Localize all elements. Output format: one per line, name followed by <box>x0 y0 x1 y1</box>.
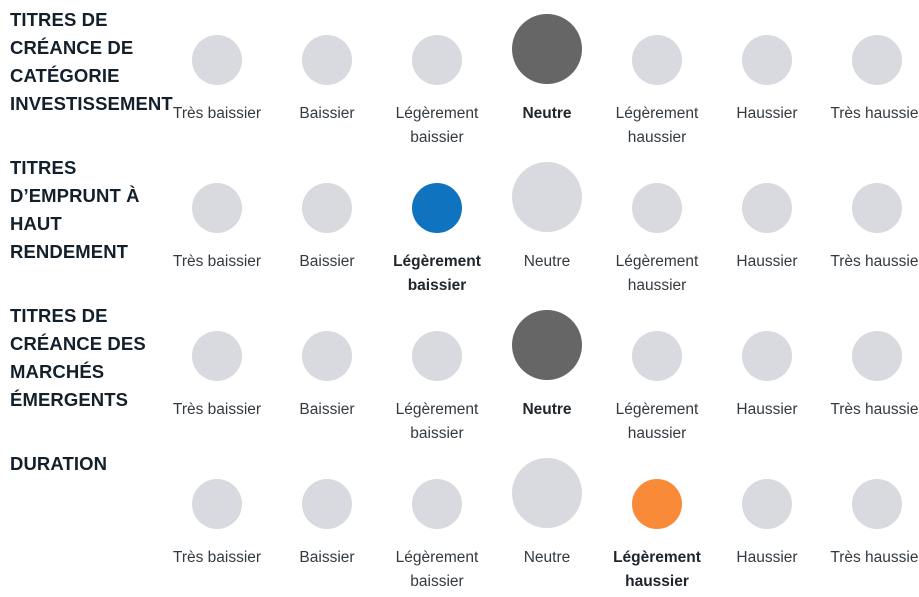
scale-option-tres-haussier: Très haussier <box>822 0 919 148</box>
scale-label: Légèrement haussier <box>615 105 699 146</box>
scale-option-haussier: Haussier <box>712 444 822 592</box>
indicator-circle <box>632 183 682 233</box>
scale-label: Neutre <box>522 105 572 122</box>
indicator-circle <box>632 35 682 85</box>
scale-option-tres-haussier: Très haussier <box>822 148 919 296</box>
scale-label: Légèrement baissier <box>393 253 481 294</box>
scale-label: Très baissier <box>172 401 262 418</box>
scale-label: Légèrement baissier <box>395 105 479 146</box>
scale-option-legerement-baissier: Légèrement baissier <box>382 444 492 592</box>
scale-label: Haussier <box>736 549 798 566</box>
outlook-row: DURATION Très baissier Baissier Légèrement … <box>0 444 919 592</box>
scale-option-legerement-haussier: Légèrement haussier <box>602 296 712 444</box>
scale-option-tres-haussier: Très haussier <box>822 444 919 592</box>
indicator-circle <box>302 183 352 233</box>
scale-option-tres-haussier: Très haussier <box>822 296 919 444</box>
indicator-circle <box>192 479 242 529</box>
scale-label: Neutre <box>522 401 572 418</box>
indicator-circle <box>192 183 242 233</box>
indicator-circle <box>742 331 792 381</box>
scale-option-baissier: Baissier <box>272 0 382 148</box>
scale-label: Légèrement haussier <box>615 401 699 442</box>
indicator-circle <box>852 35 902 85</box>
scale-option-baissier: Baissier <box>272 444 382 592</box>
scale-label: Très haussier <box>830 549 919 566</box>
indicator-circle <box>852 331 902 381</box>
scale-label: Baissier <box>299 401 355 418</box>
scale-label: Haussier <box>736 105 798 122</box>
outlook-row: TITRES DE CRÉANCE DE CATÉGORIE INVESTISS… <box>0 0 919 148</box>
indicator-circle <box>302 479 352 529</box>
indicator-circle <box>632 331 682 381</box>
indicator-circle <box>412 479 462 529</box>
category-title: DURATION <box>10 453 108 474</box>
scale-label: Légèrement baissier <box>395 401 479 442</box>
scale-label: Légèrement haussier <box>613 549 701 590</box>
scale-option-baissier: Baissier <box>272 296 382 444</box>
category-title: TITRES DE CRÉANCE DES MARCHÉS ÉMERGENTS <box>10 305 146 410</box>
scale-label: Très baissier <box>172 253 262 270</box>
scale-label: Légèrement haussier <box>615 253 699 294</box>
indicator-circle <box>852 183 902 233</box>
scale-option-legerement-baissier: Légèrement baissier <box>382 148 492 296</box>
scale-option-legerement-baissier: Légèrement baissier <box>382 296 492 444</box>
scale-label: Baissier <box>299 105 355 122</box>
scale-option-neutre: Neutre <box>492 444 602 592</box>
indicator-circle <box>412 35 462 85</box>
scale-label: Baissier <box>299 549 355 566</box>
scale-option-legerement-haussier: Légèrement haussier <box>602 444 712 592</box>
scale-option-baissier: Baissier <box>272 148 382 296</box>
scale-option-neutre: Neutre <box>492 296 602 444</box>
scale-label: Neutre <box>523 253 571 270</box>
scale-option-haussier: Haussier <box>712 148 822 296</box>
scale-label: Neutre <box>523 549 571 566</box>
indicator-circle <box>512 458 582 528</box>
selected-indicator-circle <box>512 14 582 84</box>
scale-option-haussier: Haussier <box>712 0 822 148</box>
indicator-circle <box>512 162 582 232</box>
scale-label: Légèrement baissier <box>395 549 479 590</box>
scale-label: Très haussier <box>830 401 919 418</box>
outlook-row: TITRES DE CRÉANCE DES MARCHÉS ÉMERGENTS T… <box>0 296 919 444</box>
indicator-circle <box>742 183 792 233</box>
outlook-row: TITRES D’EMPRUNT À HAUT RENDEMENT Très ba… <box>0 148 919 296</box>
scale-option-haussier: Haussier <box>712 296 822 444</box>
scale-option-neutre: Neutre <box>492 0 602 148</box>
scale-label: Haussier <box>736 253 798 270</box>
indicator-circle <box>302 35 352 85</box>
scale-label: Très baissier <box>172 549 262 566</box>
indicator-circle <box>742 479 792 529</box>
scale-option-legerement-haussier: Légèrement haussier <box>602 0 712 148</box>
scale-option-neutre: Neutre <box>492 148 602 296</box>
scale-option-legerement-baissier: Légèrement baissier <box>382 0 492 148</box>
scale-label: Très haussier <box>830 253 919 270</box>
scale-label: Haussier <box>736 401 798 418</box>
scale-label: Très haussier <box>830 105 919 122</box>
scale-option-tres-baissier: Très baissier <box>162 296 272 444</box>
scale-label: Très baissier <box>172 105 262 122</box>
indicator-circle <box>192 35 242 85</box>
indicator-circle <box>412 331 462 381</box>
indicator-circle <box>302 331 352 381</box>
category-title: TITRES D’EMPRUNT À HAUT RENDEMENT <box>10 157 140 262</box>
scale-option-tres-baissier: Très baissier <box>162 444 272 592</box>
scale-option-tres-baissier: Très baissier <box>162 148 272 296</box>
indicator-circle <box>742 35 792 85</box>
scale-option-tres-baissier: Très baissier <box>162 0 272 148</box>
category-title: TITRES DE CRÉANCE DE CATÉGORIE INVESTISS… <box>10 9 173 114</box>
scale-option-legerement-haussier: Légèrement haussier <box>602 148 712 296</box>
selected-indicator-circle <box>512 310 582 380</box>
indicator-circle <box>192 331 242 381</box>
indicator-circle <box>852 479 902 529</box>
selected-indicator-circle <box>412 183 462 233</box>
scale-label: Baissier <box>299 253 355 270</box>
selected-indicator-circle <box>632 479 682 529</box>
